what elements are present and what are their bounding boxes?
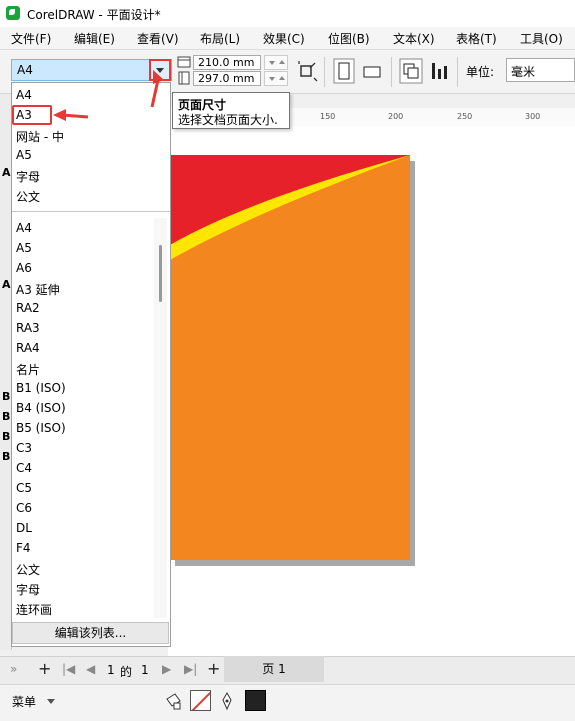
dd-size-item[interactable]: RA4 xyxy=(16,341,40,355)
menu-tools[interactable]: 工具(O) xyxy=(520,30,563,47)
height-spin-icon[interactable] xyxy=(264,71,288,86)
dd-recent-item[interactable]: 字母 xyxy=(16,168,40,185)
first-page-icon[interactable]: |◀ xyxy=(62,662,75,676)
menu-edit[interactable]: 编辑(E) xyxy=(74,30,115,47)
prev-page-icon[interactable]: ◀ xyxy=(86,662,95,676)
dd-size-item[interactable]: A3 延伸 xyxy=(16,281,60,298)
total-pages: 1 xyxy=(141,663,149,677)
add-page-after-icon[interactable]: + xyxy=(207,659,220,678)
document-page[interactable] xyxy=(170,155,410,560)
dd-size-item[interactable]: RA3 xyxy=(16,321,40,335)
dd-size-item[interactable]: 名片 xyxy=(16,361,40,378)
ruler-tick: 200 xyxy=(388,112,404,121)
dd-size-item[interactable]: C3 xyxy=(16,441,32,455)
dd-size-item[interactable]: B5 (ISO) xyxy=(16,421,66,435)
ruler-tick: 250 xyxy=(457,112,473,121)
tool-b-4[interactable]: B xyxy=(2,450,10,463)
tool-b-1[interactable]: B xyxy=(2,390,10,403)
fill-color-swatch[interactable] xyxy=(190,690,211,711)
menu-effects[interactable]: 效果(C) xyxy=(263,30,305,47)
page-height-icon xyxy=(178,71,190,85)
dd-size-item[interactable]: A5 xyxy=(16,241,32,255)
fill-icon[interactable] xyxy=(163,691,183,711)
add-page-icon[interactable]: + xyxy=(38,659,51,678)
dropdown-arrow-icon[interactable] xyxy=(149,59,171,81)
dd-size-item[interactable]: RA2 xyxy=(16,301,40,315)
tool-a-1[interactable]: A xyxy=(2,166,11,179)
width-spin-icon[interactable] xyxy=(264,55,288,70)
unit-value: 毫米 xyxy=(511,65,536,79)
status-bar xyxy=(0,684,575,721)
all-pages-icon[interactable] xyxy=(399,58,423,84)
height-field[interactable]: 297.0 mm xyxy=(193,71,261,86)
ruler-tick: 150 xyxy=(320,112,336,121)
tool-a-2[interactable]: A xyxy=(2,278,11,291)
dropdown-divider xyxy=(12,211,170,212)
dd-size-item[interactable]: 字母 xyxy=(16,581,40,598)
menu-file[interactable]: 文件(F) xyxy=(11,30,51,47)
page-size-tooltip: 页面尺寸 选择文档页面大小. xyxy=(172,92,290,129)
dd-recent-item[interactable]: 公文 xyxy=(16,188,40,205)
menu-view[interactable]: 查看(V) xyxy=(137,30,179,47)
expand-icon[interactable]: » xyxy=(10,662,17,676)
chevron-down-icon[interactable] xyxy=(47,699,55,704)
title-bar: CorelDRAW - 平面设计* xyxy=(0,0,575,27)
dd-size-item[interactable]: A6 xyxy=(16,261,32,275)
tooltip-description: 选择文档页面大小. xyxy=(178,113,278,127)
landscape-icon[interactable] xyxy=(362,64,384,80)
tool-b-3[interactable]: B xyxy=(2,430,10,443)
page-size-select[interactable]: A4 xyxy=(11,59,172,81)
page-width-icon xyxy=(177,56,191,68)
outline-color-swatch[interactable] xyxy=(245,690,266,711)
edit-list-button[interactable]: 编辑该列表... xyxy=(12,622,169,644)
menu-table[interactable]: 表格(T) xyxy=(456,30,497,47)
page-of-label: 的 xyxy=(120,665,133,679)
last-page-icon[interactable]: ▶| xyxy=(184,662,197,676)
page-artwork xyxy=(170,155,410,260)
pen-icon[interactable] xyxy=(219,691,235,711)
page-size-value: A4 xyxy=(17,63,33,77)
dd-size-item[interactable]: A4 xyxy=(16,221,32,235)
next-page-icon[interactable]: ▶ xyxy=(162,662,171,676)
menu-bar: 文件(F) 编辑(E) 查看(V) 布局(L) 效果(C) 位图(B) 文本(X… xyxy=(0,27,575,50)
dd-size-item[interactable]: 连环画 xyxy=(16,601,52,618)
dd-size-item[interactable]: B1 (ISO) xyxy=(16,381,66,395)
current-page-number: 1 xyxy=(107,663,115,677)
portrait-icon[interactable] xyxy=(333,58,355,84)
dd-size-item[interactable]: B4 (ISO) xyxy=(16,401,66,415)
menu-layout[interactable]: 布局(L) xyxy=(200,30,240,47)
dd-size-item[interactable]: 公文 xyxy=(16,561,40,578)
dd-recent-item[interactable]: A5 xyxy=(16,148,32,162)
dd-size-item[interactable]: C5 xyxy=(16,481,32,495)
dd-size-item[interactable]: F4 xyxy=(16,541,31,555)
unit-label: 单位: xyxy=(466,65,495,79)
dd-size-item[interactable]: C4 xyxy=(16,461,32,475)
dd-size-item[interactable]: C6 xyxy=(16,501,32,515)
tool-b-2[interactable]: B xyxy=(2,410,10,423)
current-page-icon[interactable] xyxy=(429,60,451,82)
ruler-tick: 300 xyxy=(525,112,541,121)
resize-page-icon[interactable] xyxy=(296,60,318,82)
dd-recent-item[interactable]: 网站 - 中 xyxy=(16,128,64,145)
unit-select[interactable]: 毫米 xyxy=(506,58,575,82)
menu-text[interactable]: 文本(X) xyxy=(393,30,435,47)
dd-recent-item[interactable]: A4 xyxy=(16,88,32,102)
page-tab[interactable]: 页 1 xyxy=(224,656,324,682)
dropdown-scroll-thumb[interactable] xyxy=(159,245,162,302)
status-menu-label[interactable]: 菜单 xyxy=(12,693,36,710)
width-field[interactable]: 210.0 mm xyxy=(193,55,261,70)
menu-bitmaps[interactable]: 位图(B) xyxy=(328,30,370,47)
a3-highlight-box xyxy=(12,105,52,125)
dd-size-item[interactable]: DL xyxy=(16,521,32,535)
coreldraw-logo-icon xyxy=(6,6,20,20)
window-title: CorelDRAW - 平面设计* xyxy=(27,8,161,22)
